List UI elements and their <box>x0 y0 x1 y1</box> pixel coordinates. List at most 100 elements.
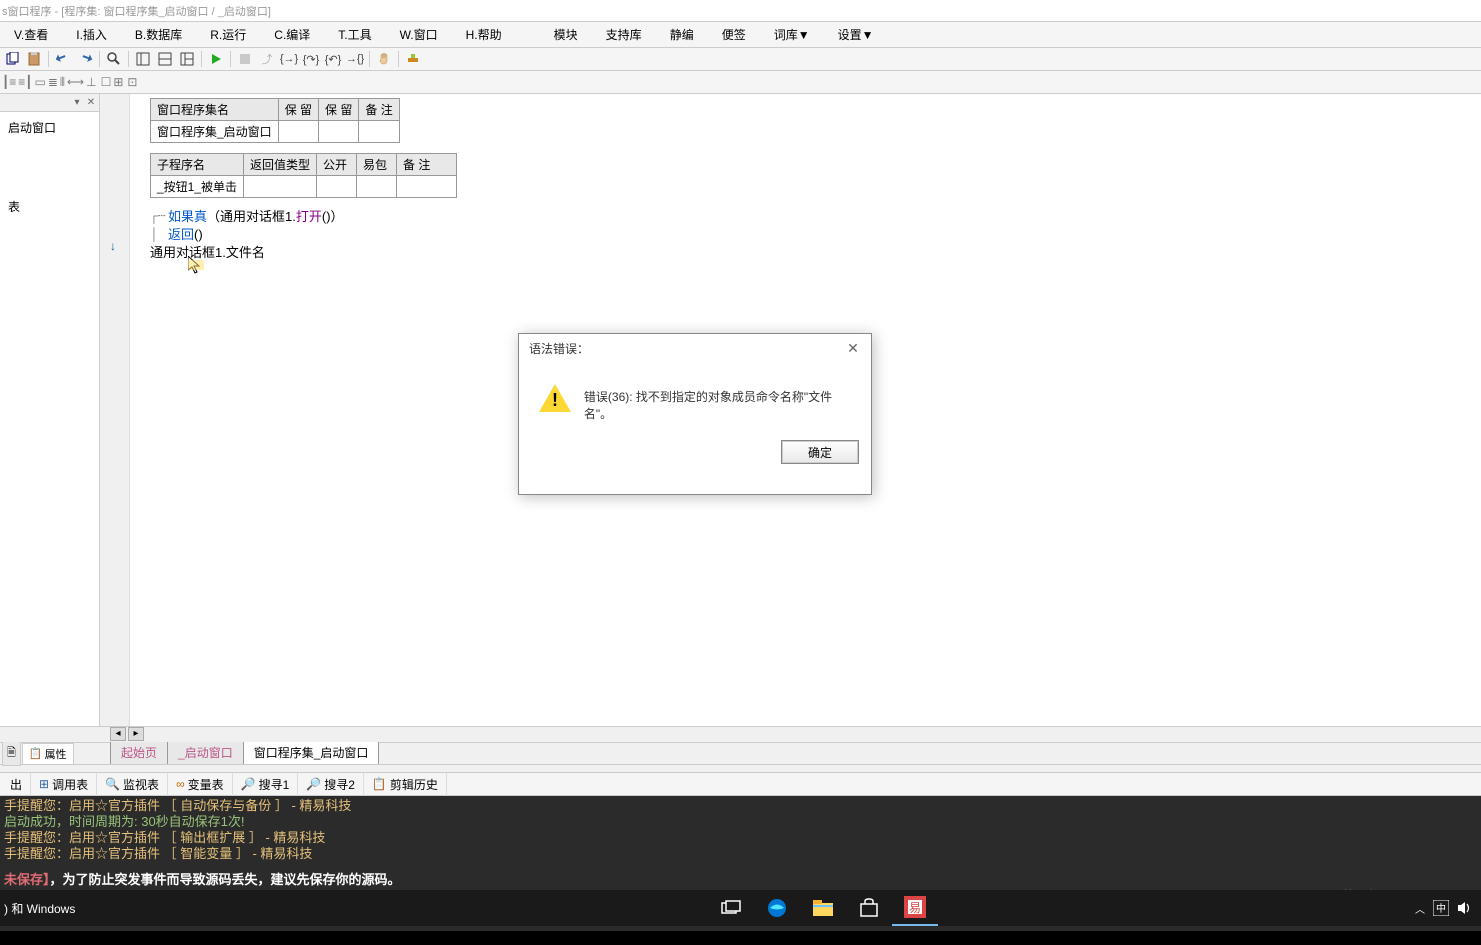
code-line-2[interactable]: │ 返回 () <box>150 226 1477 244</box>
layout-a-icon[interactable]: ☐ <box>101 75 112 89</box>
tbl1-h3: 保 留 <box>319 99 359 121</box>
taskbar-icons: 易 <box>708 890 938 926</box>
debug-out-icon[interactable]: {↶} <box>323 49 343 69</box>
menu-settings[interactable]: 设置▼ <box>826 23 886 46</box>
tbl1-r1c1[interactable]: 窗口程序集_启动窗口 <box>151 121 279 143</box>
left-tab-attr[interactable]: 📋属性 <box>22 743 74 765</box>
menu-wordlib[interactable]: 词库▼ <box>762 23 822 46</box>
editor-tab-programset[interactable]: 窗口程序集_启动窗口 <box>243 740 380 764</box>
scroll-right-icon[interactable]: ▸ <box>128 727 144 741</box>
dialog-titlebar[interactable]: 语法错误： ✕ <box>519 334 871 362</box>
dialog-buttons: 确定 <box>519 432 871 476</box>
output-tab-cliphistory[interactable]: 📋剪辑历史 <box>364 773 447 796</box>
explorer-icon[interactable] <box>800 890 846 926</box>
app-icon[interactable]: 易 <box>892 890 938 926</box>
tool-icon[interactable] <box>403 49 423 69</box>
undo-icon[interactable] <box>53 49 73 69</box>
toolbar-main: ⤴ {→} {↷} {↶} →{} <box>0 48 1481 71</box>
taskbar: ) 和 Windows 易 ︿ 中 <box>0 890 1481 926</box>
left-panel: ▾ ✕ 启动窗口 表 <box>0 94 100 726</box>
code-area[interactable]: ┌┄ 如果真 （通用对话框1.打开 ()） │ 返回 () 通用对话框1.文件名 <box>150 208 1477 262</box>
tbl2-h5: 备 注 <box>397 154 457 176</box>
align3-icon[interactable]: ▭ <box>34 75 45 89</box>
menu-help[interactable]: H.帮助 <box>454 23 514 46</box>
left-tab-unit[interactable]: 🗎 <box>2 741 21 766</box>
arrow-down-icon: ↓ <box>110 239 116 253</box>
paste-icon[interactable] <box>24 49 44 69</box>
align2-icon[interactable]: ≡┃ <box>18 75 32 89</box>
menu-bar: V.查看 I.插入 B.数据库 R.运行 C.编译 T.工具 W.窗口 H.帮助… <box>0 22 1481 48</box>
ok-button[interactable]: 确定 <box>781 440 859 464</box>
code-line-1[interactable]: ┌┄ 如果真 （通用对话框1.打开 ()） <box>150 208 1477 226</box>
menu-notes[interactable]: 便签 <box>710 23 758 46</box>
grid-icon[interactable]: ⊡ <box>127 75 137 89</box>
search-icon[interactable] <box>104 49 124 69</box>
output-tab-search1[interactable]: 🔎搜寻1 <box>233 773 299 796</box>
tbl1-h1: 窗口程序集名 <box>151 99 279 121</box>
copy-icon[interactable] <box>2 49 22 69</box>
editor-tab-startwindow[interactable]: _启动窗口 <box>167 740 244 764</box>
debug-step-icon[interactable]: ⤴ <box>257 49 277 69</box>
tbl2-h1: 子程序名 <box>151 154 244 176</box>
debug-return-icon[interactable]: →{} <box>345 49 365 69</box>
menu-staticcompile[interactable]: 静编 <box>658 23 706 46</box>
debug-over-icon[interactable]: {↷} <box>301 49 321 69</box>
layout2-icon[interactable] <box>155 49 175 69</box>
layout3-icon[interactable] <box>177 49 197 69</box>
program-set-table: 窗口程序集名 保 留 保 留 备 注 窗口程序集_启动窗口 <box>150 98 400 143</box>
tray-ime-icon[interactable]: 中 <box>1433 900 1449 916</box>
toolbar-edit: ┃≡ ≡┃ ▭ ≣ ⫴ ⟷ ⊥ ☐ ⊞ ⊡ <box>0 71 1481 94</box>
code-line-3[interactable]: 通用对话框1.文件名 <box>150 244 1477 262</box>
layout-b-icon[interactable]: ⊞ <box>113 75 123 89</box>
tray-volume-icon[interactable] <box>1457 901 1473 915</box>
align1-icon[interactable]: ┃≡ <box>2 75 16 89</box>
run-icon[interactable] <box>206 49 226 69</box>
align5-icon[interactable]: ⫴ <box>60 75 65 90</box>
menu-tools[interactable]: T.工具 <box>326 23 383 46</box>
menu-window[interactable]: W.窗口 <box>388 23 450 46</box>
menu-insert[interactable]: I.插入 <box>64 23 119 46</box>
tbl1-h2: 保 留 <box>278 99 318 121</box>
output-tab-calltable[interactable]: ⊞调用表 <box>31 773 97 796</box>
project-tree[interactable]: 启动窗口 表 <box>0 112 99 222</box>
line-numbers <box>100 94 130 726</box>
menu-database[interactable]: B.数据库 <box>123 23 194 46</box>
store-icon[interactable] <box>846 890 892 926</box>
editor-tab-startpage[interactable]: 起始页 <box>110 740 168 764</box>
stop-icon[interactable] <box>235 49 255 69</box>
menu-supportlib[interactable]: 支持库 <box>594 23 654 46</box>
align7-icon[interactable]: ⊥ <box>86 75 96 89</box>
svg-text:易: 易 <box>908 901 920 915</box>
align4-icon[interactable]: ≣ <box>48 75 58 89</box>
tbl2-r1c1[interactable]: _按钮1_被单击 <box>151 176 244 198</box>
tbl2-h2: 返回值类型 <box>244 154 317 176</box>
scroll-left-icon[interactable]: ◂ <box>110 727 126 741</box>
align6-icon[interactable]: ⟷ <box>67 75 84 89</box>
close-icon[interactable]: ✕ <box>839 336 867 360</box>
menu-run[interactable]: R.运行 <box>198 23 258 46</box>
tbl1-h4: 备 注 <box>359 99 399 121</box>
hand-icon[interactable] <box>374 49 394 69</box>
panel-close-icon[interactable]: ✕ <box>85 97 97 109</box>
output-tab-vars[interactable]: ∞变量表 <box>168 773 233 796</box>
menu-view[interactable]: V.查看 <box>2 23 60 46</box>
output-tab-out[interactable]: 出 <box>2 773 31 796</box>
tree-item-table[interactable]: 表 <box>4 195 95 218</box>
tray-up-icon[interactable]: ︿ <box>1415 901 1425 916</box>
debug-into-icon[interactable]: {→} <box>279 49 299 69</box>
pin-icon[interactable]: ▾ <box>71 97 83 109</box>
layout1-icon[interactable] <box>133 49 153 69</box>
output-line-3: 手提醒您：启用☆官方插件 ［ 输出框扩展 ］ - 精易科技 <box>4 830 1477 846</box>
taskview-icon[interactable] <box>708 890 754 926</box>
output-tab-watch[interactable]: 🔍监视表 <box>97 773 168 796</box>
window-title: s窗口程序 - [程序集: 窗口程序集_启动窗口 / _启动窗口] <box>2 3 271 19</box>
edge-icon[interactable] <box>754 890 800 926</box>
output-line-1: 手提醒您：启用☆官方插件 ［ 自动保存与备份 ］ - 精易科技 <box>4 798 1477 814</box>
output-line-5: 未保存】，为了防止突发事件而导致源码丢失，建议先保存你的源码。 <box>4 872 1477 888</box>
output-tab-search2[interactable]: 🔎搜寻2 <box>298 773 364 796</box>
redo-icon[interactable] <box>75 49 95 69</box>
tree-item-startwindow[interactable]: 启动窗口 <box>4 116 95 139</box>
menu-module[interactable]: 模块 <box>542 23 590 46</box>
tbl2-h3: 公开 <box>317 154 357 176</box>
menu-compile[interactable]: C.编译 <box>262 23 322 46</box>
